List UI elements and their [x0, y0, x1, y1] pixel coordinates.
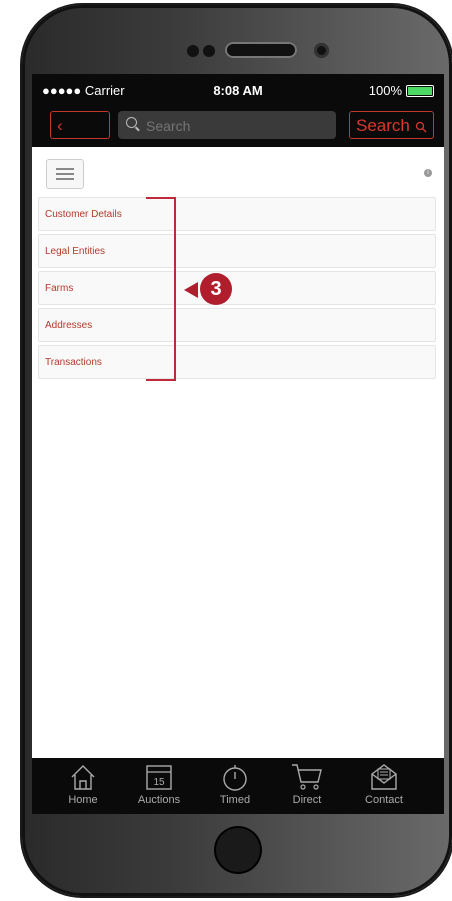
tab-home[interactable]: Home: [48, 762, 118, 806]
step-number-badge: 3: [200, 273, 232, 305]
hamburger-menu-button[interactable]: [46, 159, 84, 189]
earpiece-area: [187, 40, 337, 62]
mail-icon: [371, 764, 397, 790]
battery-status: 100%: [369, 83, 434, 98]
tab-timed[interactable]: Timed: [200, 762, 270, 806]
back-button[interactable]: ‹ Back: [50, 111, 110, 163]
tab-auctions[interactable]: 15 Auctions: [124, 762, 194, 806]
home-hardware-button[interactable]: [216, 828, 260, 872]
tab-label: Direct: [292, 794, 322, 806]
sensor-dot: [203, 45, 215, 57]
search-icon: [126, 117, 137, 128]
search-button-label: Search: [356, 116, 410, 135]
sensor-dot: [187, 45, 199, 57]
arrow-left-icon: [184, 282, 198, 298]
info-icon[interactable]: i: [424, 169, 432, 177]
menu-line: [56, 178, 74, 180]
calendar-day: 15: [153, 777, 165, 788]
search-icon: [415, 121, 427, 132]
tab-label: Auctions: [137, 794, 181, 806]
tab-label: Home: [68, 794, 98, 806]
search-input[interactable]: [144, 111, 328, 141]
home-icon: [71, 765, 95, 790]
tab-label: Timed: [219, 794, 251, 806]
battery-icon: [406, 84, 434, 97]
search-button[interactable]: Search: [349, 111, 434, 139]
front-camera: [314, 43, 329, 58]
nav-bar: ‹ Back Search: [32, 107, 444, 163]
tab-contact[interactable]: Contact: [349, 762, 419, 806]
list-item-transactions[interactable]: Transactions: [38, 345, 436, 379]
status-bar: ●●●●● Carrier 8:08 AM 100%: [32, 74, 444, 107]
annotation-callout: 3: [184, 273, 248, 307]
search-field[interactable]: [118, 111, 336, 141]
cart-icon: [292, 764, 322, 790]
tab-bar: Home 15 Auctions Timed Direct Contact: [32, 758, 444, 814]
tab-label: Contact: [365, 794, 403, 806]
list-item-legal-entities[interactable]: Legal Entities: [38, 234, 436, 268]
menu-line: [56, 173, 74, 175]
tab-direct[interactable]: Direct: [272, 762, 342, 806]
screen: ●●●●● Carrier 8:08 AM 100% ‹ Back Search: [32, 74, 444, 814]
main-content: i Customer Details Legal Entities Farms …: [32, 147, 444, 758]
annotation-bracket: [146, 197, 176, 381]
speaker-grille: [225, 42, 297, 58]
stopwatch-icon: [223, 765, 247, 791]
calendar-icon: 15: [146, 765, 172, 790]
list-item-customer-details[interactable]: Customer Details: [38, 197, 436, 231]
menu-line: [56, 168, 74, 170]
content-toolbar: i: [40, 155, 436, 189]
list-item-addresses[interactable]: Addresses: [38, 308, 436, 342]
battery-percent: 100%: [368, 83, 402, 98]
